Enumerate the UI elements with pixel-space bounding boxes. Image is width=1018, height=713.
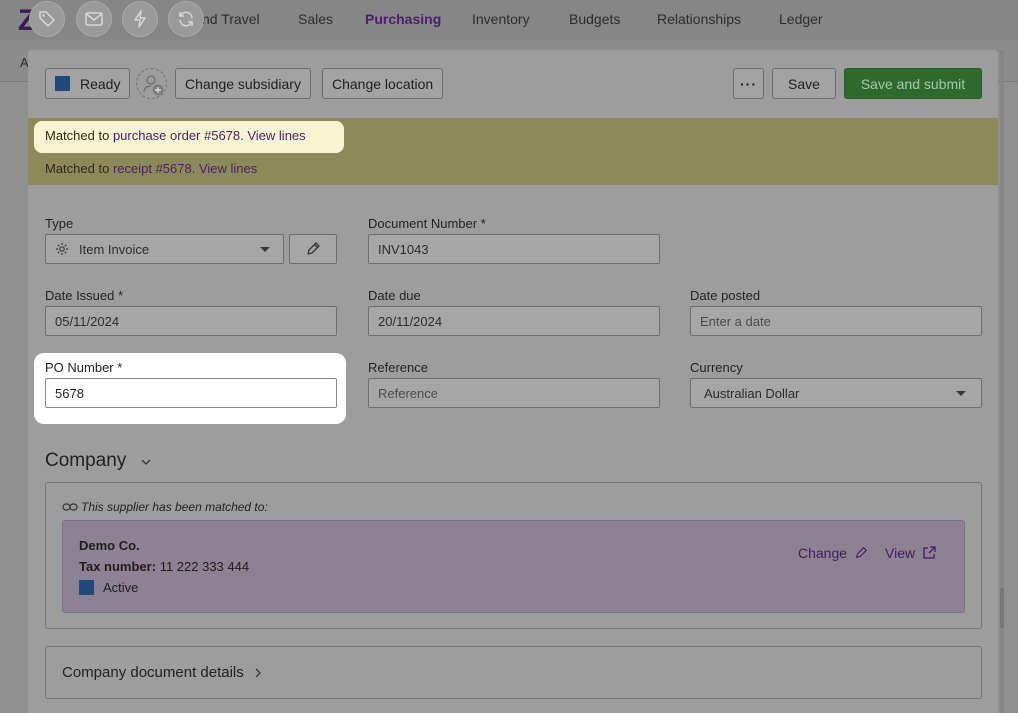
currency-select[interactable]: Australian Dollar [690, 378, 982, 408]
supplier-status: Active [79, 580, 138, 595]
pencil-icon [856, 547, 867, 558]
more-options-button[interactable]: ··· [733, 68, 764, 99]
status-label: Ready [80, 75, 121, 92]
po-match-message: Matched to purchase order #5678. View li… [45, 128, 306, 143]
top-navigation: Z nd Travel Sales Purchasing Inventory B… [0, 0, 1018, 40]
currency-label: Currency [690, 360, 743, 375]
status-button[interactable]: Ready [45, 68, 131, 99]
date-due-label: Date due [368, 288, 421, 303]
chevron-down-icon [956, 391, 966, 396]
type-label: Type [45, 216, 74, 231]
date-posted-label: Date posted [690, 288, 761, 303]
document-number-input[interactable]: INV1043 [368, 234, 660, 264]
company-document-details: Company document details [62, 664, 262, 681]
nav-item-relationships[interactable]: Relationships [657, 11, 741, 27]
save-and-submit-button[interactable]: Save and submit [844, 68, 982, 99]
document-number-label: Document Number * [368, 216, 486, 231]
currency-value: Australian Dollar [704, 385, 800, 401]
supplier-matched-text: This supplier has been matched to: [81, 500, 268, 514]
chevron-right-icon [255, 668, 261, 677]
status-color-swatch [79, 580, 94, 595]
type-select[interactable]: Item Invoice [45, 234, 284, 264]
add-user-icon [143, 75, 164, 96]
modal-toolbar: Ready Change subsidiary Change location … [28, 50, 998, 118]
po-number-input[interactable]: 5678 [45, 378, 337, 408]
nav-item-ledger[interactable]: Ledger [779, 11, 823, 27]
tag-icon[interactable] [29, 1, 65, 37]
company-document-details-toggle[interactable]: Company document details [45, 646, 982, 699]
supplier-name: Demo Co. [79, 538, 140, 553]
page-scrollbar[interactable] [1000, 50, 1004, 713]
company-document-details-title: Company document details [62, 664, 244, 681]
date-issued-input[interactable]: 05/11/2024 [45, 306, 337, 336]
edit-type-button[interactable] [289, 234, 337, 264]
pencil-icon [307, 242, 320, 255]
company-section-title: Company [45, 450, 127, 471]
supplier-status-label: Active [103, 580, 139, 595]
change-location-button[interactable]: Change location [322, 68, 444, 99]
reference-label: Reference [368, 360, 428, 375]
change-supplier-button[interactable]: Change [798, 545, 868, 561]
refresh-icon[interactable] [168, 1, 204, 37]
lightning-icon[interactable] [122, 1, 158, 37]
chevron-down-icon [260, 247, 270, 252]
date-issued-label: Date Issued * [45, 288, 124, 303]
po-number-label: PO Number * [45, 360, 123, 375]
status-color-swatch [55, 76, 70, 91]
chevron-down-icon [141, 459, 151, 465]
po-match-prefix: Matched to [45, 128, 113, 143]
external-link-icon [923, 546, 936, 559]
company-section-toggle[interactable]: Company [45, 450, 152, 472]
tax-number-label: Tax number: [79, 559, 157, 574]
nav-item-inventory[interactable]: Inventory [472, 11, 530, 27]
nav-item-purchasing[interactable]: Purchasing [365, 11, 441, 27]
change-subsidiary-button[interactable]: Change subsidiary [175, 68, 311, 99]
nav-item-travel[interactable]: nd Travel [202, 11, 260, 27]
mail-icon[interactable] [76, 1, 112, 37]
supplier-tax-number: Tax number: 11 222 333 444 [79, 559, 249, 574]
invoice-modal: Ready Change subsidiary Change location … [28, 50, 998, 713]
view-receipt-lines-link[interactable]: receipt #5678. View lines [113, 161, 257, 176]
date-due-input[interactable]: 20/11/2024 [368, 306, 660, 336]
receipt-match-message: Matched to receipt #5678. View lines [45, 161, 257, 176]
view-supplier-label: View [885, 545, 916, 561]
date-posted-input[interactable]: Enter a date [690, 306, 982, 336]
add-assignee-button[interactable] [136, 68, 167, 99]
supplier-matched-note: This supplier has been matched to: [62, 500, 268, 514]
nav-item-sales[interactable]: Sales [298, 11, 333, 27]
change-supplier-label: Change [798, 545, 848, 561]
gear-icon [56, 243, 68, 255]
supplier-card: Demo Co. Tax number: 11 222 333 444 Acti… [62, 520, 965, 613]
nav-item-budgets[interactable]: Budgets [569, 11, 620, 27]
receipt-match-prefix: Matched to [45, 161, 113, 176]
match-banner: Matched to purchase order #5678. View li… [28, 118, 998, 185]
tax-number-value: 11 222 333 444 [159, 559, 250, 574]
company-box: This supplier has been matched to: Demo … [45, 482, 982, 629]
reference-input[interactable]: Reference [368, 378, 660, 408]
view-supplier-button[interactable]: View [885, 545, 936, 561]
save-button[interactable]: Save [772, 68, 836, 99]
link-icon [62, 503, 78, 511]
type-value: Item Invoice [79, 241, 150, 257]
scrollbar-thumb[interactable] [1000, 588, 1004, 628]
view-po-lines-link[interactable]: purchase order #5678. View lines [113, 128, 306, 143]
